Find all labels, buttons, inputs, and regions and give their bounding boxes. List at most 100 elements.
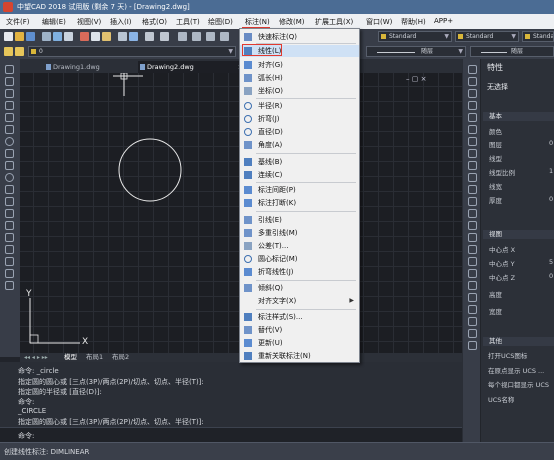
- extend-icon[interactable]: [468, 185, 477, 194]
- open-file-icon[interactable]: [15, 32, 24, 41]
- zoom-previous-icon[interactable]: [220, 32, 229, 41]
- polyline-tool-icon[interactable]: [5, 89, 14, 98]
- scale-icon[interactable]: [468, 149, 477, 158]
- table-style-combo[interactable]: Standard: [522, 31, 554, 42]
- menu-draw[interactable]: 绘图(D): [208, 17, 233, 27]
- chamfer-icon[interactable]: [468, 221, 477, 230]
- sheet-set-icon[interactable]: [468, 329, 477, 338]
- circle-entity[interactable]: [118, 138, 182, 202]
- menu-item-aligned[interactable]: 对齐(G): [240, 59, 359, 71]
- region-tool-icon[interactable]: [5, 257, 14, 266]
- menu-file[interactable]: 文件(F): [6, 17, 30, 27]
- tab-layout2[interactable]: 布局2: [112, 353, 129, 362]
- layer-combo[interactable]: 0 ▼: [28, 46, 236, 57]
- menu-tools[interactable]: 工具(T): [176, 17, 200, 27]
- canvas-window-controls[interactable]: – ▢ ×: [406, 75, 426, 83]
- prop-value[interactable]: 1: [549, 167, 553, 175]
- dim-style-combo[interactable]: Standard ▼: [455, 31, 519, 42]
- selection-label[interactable]: 无选择: [487, 82, 508, 92]
- preview-icon[interactable]: [53, 32, 62, 41]
- tab-drawing2[interactable]: Drawing2.dwg×: [138, 61, 247, 73]
- hatch-tool-icon[interactable]: [5, 233, 14, 242]
- tab-drawing1[interactable]: Drawing1.dwg: [44, 61, 143, 73]
- section-misc[interactable]: 其他: [483, 337, 554, 346]
- rotate-icon[interactable]: [468, 137, 477, 146]
- section-general[interactable]: 基本: [483, 112, 554, 121]
- mirror-icon[interactable]: [468, 89, 477, 98]
- menu-item-angle[interactable]: 角度(A): [240, 139, 359, 151]
- trim-icon[interactable]: [468, 173, 477, 182]
- make-block-icon[interactable]: [5, 209, 14, 218]
- menu-item-radius[interactable]: 半径(R): [240, 100, 359, 112]
- tab-model[interactable]: 模型: [64, 353, 77, 362]
- menu-item-arc-length[interactable]: 弧长(H): [240, 72, 359, 84]
- line-tool-icon[interactable]: [5, 65, 14, 74]
- design-center-icon[interactable]: [468, 293, 477, 302]
- prop-value[interactable]: 0: [549, 139, 553, 147]
- paste-icon[interactable]: [102, 32, 111, 41]
- insert-block-icon[interactable]: [5, 197, 14, 206]
- menu-item-quick-dim[interactable]: 快速标注(Q): [240, 31, 359, 43]
- menu-modify[interactable]: 修改(M): [279, 17, 305, 27]
- menu-item-diameter[interactable]: 直径(D): [240, 126, 359, 138]
- menu-edit[interactable]: 编辑(E): [42, 17, 66, 27]
- revcloud-tool-icon[interactable]: [5, 149, 14, 158]
- gradient-tool-icon[interactable]: [5, 245, 14, 254]
- menu-format[interactable]: 格式(O): [142, 17, 167, 27]
- block-icon[interactable]: [129, 32, 138, 41]
- match-icon[interactable]: [468, 269, 477, 278]
- menu-item-center-mark[interactable]: 圆心标记(M): [240, 253, 359, 265]
- point-tool-icon[interactable]: [5, 221, 14, 230]
- redo-icon[interactable]: [160, 32, 169, 41]
- menu-dimension[interactable]: 标注(N): [245, 17, 270, 27]
- menu-item-jogged-linear[interactable]: 折弯线性(J): [240, 266, 359, 278]
- array-icon[interactable]: [468, 113, 477, 122]
- layer-icon[interactable]: [468, 281, 477, 290]
- xline-tool-icon[interactable]: [5, 77, 14, 86]
- cut-icon[interactable]: [80, 32, 89, 41]
- menu-help[interactable]: 帮助(H): [401, 17, 426, 27]
- ellipse-arc-tool-icon[interactable]: [5, 185, 14, 194]
- tool-palette-icon[interactable]: [468, 305, 477, 314]
- pan-icon[interactable]: [178, 32, 187, 41]
- publish-icon[interactable]: [64, 32, 73, 41]
- menu-item-update[interactable]: 更新(U): [240, 337, 359, 349]
- spline-tool-icon[interactable]: [5, 161, 14, 170]
- menu-view[interactable]: 视图(V): [77, 17, 101, 27]
- menu-express[interactable]: 扩展工具(X): [315, 17, 353, 27]
- rectangle-tool-icon[interactable]: [5, 113, 14, 122]
- join-icon[interactable]: [468, 209, 477, 218]
- layer-state-icon[interactable]: [15, 47, 24, 56]
- zoom-window-icon[interactable]: [206, 32, 215, 41]
- menu-item-reassociate[interactable]: 重新关联标注(N): [240, 350, 359, 362]
- prop-value[interactable]: 0: [549, 195, 553, 203]
- circle-tool-icon[interactable]: [5, 137, 14, 146]
- stretch-icon[interactable]: [468, 161, 477, 170]
- menu-item-dim-space[interactable]: 标注间距(P): [240, 184, 359, 196]
- prop-value[interactable]: 0: [549, 272, 553, 280]
- table-tool-icon[interactable]: [5, 269, 14, 278]
- section-view[interactable]: 视图: [483, 230, 554, 239]
- copy-object-icon[interactable]: [468, 77, 477, 86]
- menu-item-oblique[interactable]: 倾斜(Q): [240, 282, 359, 294]
- menu-window[interactable]: 窗口(W): [366, 17, 392, 27]
- menu-item-continue[interactable]: 连续(C): [240, 169, 359, 181]
- markup-icon[interactable]: [468, 341, 477, 350]
- menu-insert[interactable]: 插入(I): [110, 17, 132, 27]
- move-icon[interactable]: [468, 125, 477, 134]
- menu-item-align-text[interactable]: 对齐文字(X) ▶: [240, 295, 359, 307]
- menu-item-dim-style[interactable]: 标注样式(S)...: [240, 311, 359, 323]
- menu-item-jogged[interactable]: 折弯(J): [240, 113, 359, 125]
- print-icon[interactable]: [42, 32, 51, 41]
- save-icon[interactable]: [26, 32, 35, 41]
- tab-nav-arrows[interactable]: ◂◂ ◂ ▸ ▸▸: [24, 353, 48, 362]
- lineweight-combo[interactable]: 随层: [470, 46, 554, 57]
- menu-item-override[interactable]: 替代(V): [240, 324, 359, 336]
- layer-manager-icon[interactable]: [4, 47, 13, 56]
- offset-icon[interactable]: [468, 101, 477, 110]
- menu-app[interactable]: APP+: [434, 17, 453, 25]
- fillet-icon[interactable]: [468, 233, 477, 242]
- command-input[interactable]: 命令:: [0, 427, 480, 443]
- calculator-icon[interactable]: [468, 317, 477, 326]
- zoom-icon[interactable]: [192, 32, 201, 41]
